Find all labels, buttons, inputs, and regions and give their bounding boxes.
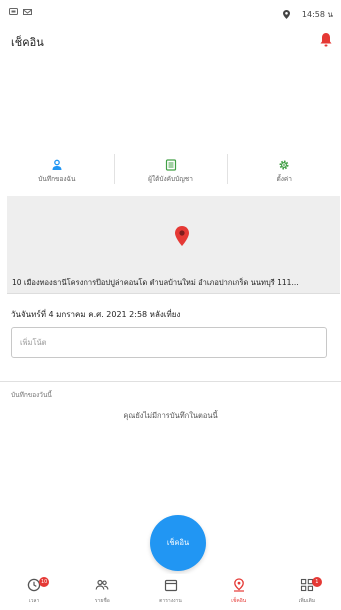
status-bar: 14:58 น (0, 0, 341, 24)
notification-icon (9, 8, 18, 15)
list-icon (165, 158, 176, 171)
my-records-button[interactable]: บันทึกของฉัน (0, 150, 114, 192)
status-right: 14:58 น (282, 8, 333, 21)
note-input[interactable] (11, 327, 327, 358)
location-icon (282, 10, 290, 19)
checkin-datetime: วันจันทร์ที่ 4 มกราคม ค.ศ. 2021 2:58 หลั… (11, 310, 181, 319)
gear-icon (279, 160, 289, 169)
bell-icon[interactable] (319, 32, 333, 48)
divider (0, 381, 341, 382)
nav-badge-more: 1 (311, 577, 322, 587)
action-row: บันทึกของฉัน ผู้ใต้บังคับบัญชา ตั้งค่า (0, 150, 341, 192)
people-icon (95, 579, 109, 590)
settings-label: ตั้งค่า (276, 174, 292, 183)
nav-label-contacts: รายชื่อ (94, 598, 110, 604)
subordinates-button[interactable]: ผู้ใต้บังคับบัญชา (113, 150, 228, 192)
status-time: 14:58 น (301, 10, 333, 19)
nav-label-more: เพิ่มเติม (298, 598, 316, 604)
nav-label-schedule: ตารางงาน (159, 598, 182, 604)
nav-item-contacts[interactable]: รายชื่อ (68, 574, 136, 610)
checkin-button[interactable]: เช็คอิน (150, 515, 206, 571)
nav-badge-time: 10 (39, 577, 50, 587)
nav-item-checkin[interactable]: เช็คอิน (205, 574, 273, 610)
nav-item-more[interactable]: 1 เพิ่มเติม (273, 574, 341, 610)
checkin-pin-icon (233, 578, 244, 592)
page-title: เช็คอิน (11, 36, 44, 49)
bottom-nav: 10 เวลา รายชื่อ ตารางงาน เช็คอิน 1 เพิ่ม… (0, 574, 341, 610)
map-view[interactable]: 10 เมืองทองธานีโครงการป๊อปปูล่าคอนโด ตำบ… (7, 196, 340, 294)
today-records-title: บันทึกของวันนี้ (11, 391, 52, 399)
nav-item-time[interactable]: 10 เวลา (0, 574, 68, 610)
status-left (9, 8, 32, 15)
person-icon (52, 159, 62, 170)
empty-records-text: คุณยังไม่มีการบันทึกในตอนนี้ (123, 411, 218, 420)
address-text: 10 เมืองทองธานีโครงการป๊อปปูล่าคอนโด ตำบ… (12, 278, 299, 287)
map-pin-icon (175, 226, 189, 246)
subordinates-label: ผู้ใต้บังคับบัญชา (148, 174, 193, 183)
calendar-icon (164, 579, 177, 592)
app-bar: เช็คอิน (0, 27, 341, 55)
nav-label-time: เวลา (28, 598, 40, 604)
nav-item-schedule[interactable]: ตารางงาน (136, 574, 204, 610)
app-icon (23, 8, 32, 15)
settings-button[interactable]: ตั้งค่า (227, 150, 341, 192)
my-records-label: บันทึกของฉัน (38, 174, 76, 183)
nav-label-checkin: เช็คอิน (231, 598, 247, 604)
